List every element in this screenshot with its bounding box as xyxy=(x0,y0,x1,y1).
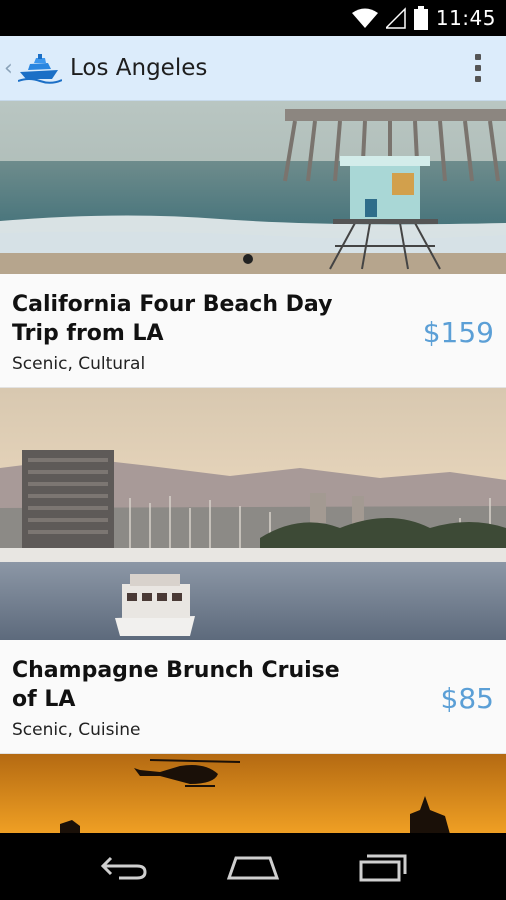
tour-title: Champagne Brunch Cruise of LA xyxy=(12,658,340,712)
signal-icon xyxy=(385,7,406,29)
up-caret-icon[interactable]: ‹ xyxy=(4,56,16,81)
battery-icon xyxy=(413,6,428,30)
cruise-ship-app-icon[interactable] xyxy=(17,52,63,84)
home-nav-icon[interactable] xyxy=(223,847,283,887)
tour-photo-marina xyxy=(0,388,506,640)
status-bar: 11:45 xyxy=(0,0,506,36)
wifi-icon xyxy=(351,7,378,29)
tour-price: $85 xyxy=(440,682,494,715)
back-nav-icon[interactable] xyxy=(94,847,154,887)
status-time: 11:45 xyxy=(435,6,496,30)
list-item[interactable] xyxy=(0,754,506,833)
tour-info[interactable]: Champagne Brunch Cruise of LA Scenic, Cu… xyxy=(0,640,506,754)
tour-price: $159 xyxy=(422,316,494,349)
recents-nav-icon[interactable] xyxy=(352,847,412,887)
action-bar: ‹ Los Angeles xyxy=(0,36,506,101)
tour-photo-helicopter xyxy=(0,754,506,833)
list-item[interactable]: California Four Beach Day Trip from LA S… xyxy=(0,101,506,388)
tour-tags: Scenic, Cultural xyxy=(12,354,146,374)
tour-tags: Scenic, Cuisine xyxy=(12,720,141,740)
list-item[interactable]: Champagne Brunch Cruise of LA Scenic, Cu… xyxy=(0,388,506,754)
tour-title: California Four Beach Day Trip from LA xyxy=(12,292,333,346)
tour-photo-beach xyxy=(0,101,506,274)
tour-list: California Four Beach Day Trip from LA S… xyxy=(0,101,506,833)
tour-info[interactable]: California Four Beach Day Trip from LA S… xyxy=(0,274,506,388)
navigation-bar xyxy=(0,833,506,900)
page-title: Los Angeles xyxy=(70,55,208,81)
overflow-menu-icon[interactable] xyxy=(458,40,498,96)
